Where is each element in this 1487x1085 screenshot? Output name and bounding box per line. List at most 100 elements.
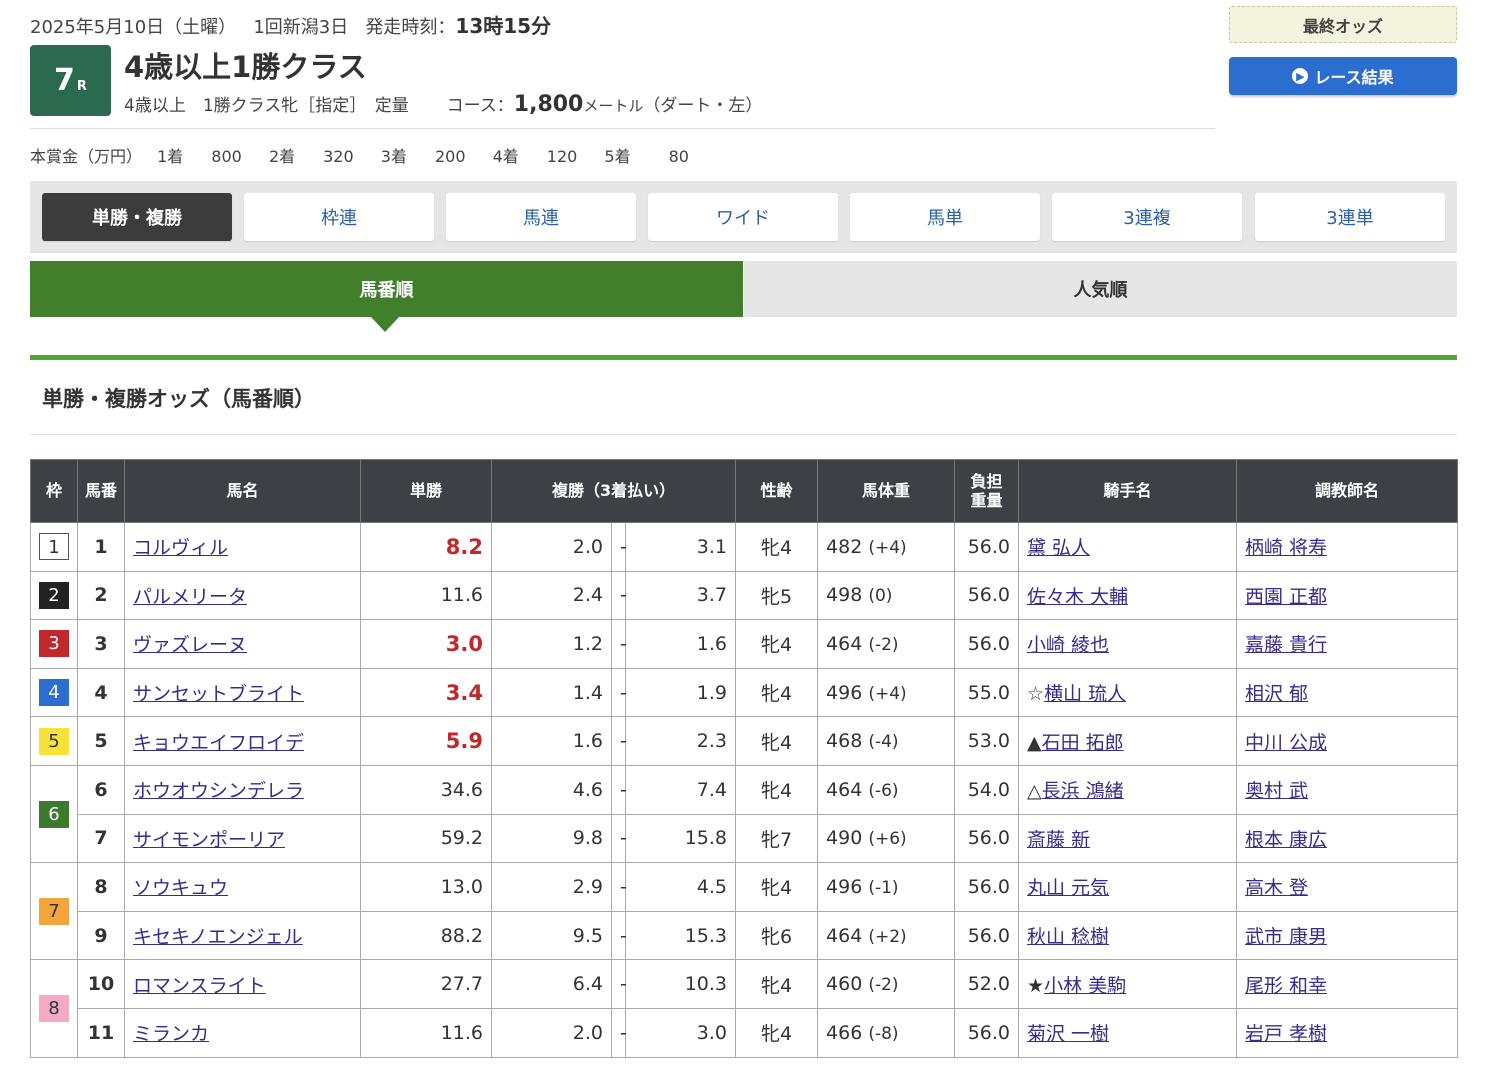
trainer-link[interactable]: 嘉藤 貴行 — [1245, 634, 1327, 656]
place-odds-max: 15.3 — [624, 910, 737, 961]
weight-value: 460 — [826, 973, 863, 996]
jockey-link[interactable]: 佐々木 大輔 — [1027, 586, 1128, 608]
place-separator: - — [611, 910, 627, 961]
sex-age: 牝4 — [735, 1007, 819, 1058]
horse-name-cell: コルヴィル — [124, 522, 361, 572]
trainer-link[interactable]: 柄崎 将寿 — [1245, 537, 1327, 559]
horse-name-link[interactable]: ロマンスライト — [133, 975, 266, 997]
race-condition-text: 4歳以上 1勝クラス牝［指定］ 定量 — [124, 96, 409, 116]
horse-name-cell: サンセットブライト — [124, 667, 361, 718]
jockey-cell: 小崎 綾也 — [1018, 619, 1238, 669]
chevron-right-icon: ▶ — [1292, 68, 1309, 84]
tab-bracket-quinella[interactable]: 枠連 — [244, 193, 434, 241]
place-odds-max: 1.6 — [624, 619, 737, 669]
tab-win-place[interactable]: 単勝・複勝 — [42, 193, 232, 241]
horse-weight: 466 (-8) — [817, 1007, 956, 1058]
race-result-button[interactable]: ▶ レース結果 — [1229, 57, 1457, 95]
trainer-link[interactable]: 奥村 武 — [1245, 780, 1308, 802]
trainer-link[interactable]: 中川 公成 — [1245, 732, 1327, 754]
place-separator: - — [611, 667, 627, 718]
umaban-cell: 3 — [77, 619, 125, 669]
sort-by-popularity-tab[interactable]: 人気順 — [744, 261, 1457, 317]
horse-weight: 496 (+4) — [817, 667, 956, 718]
weight-diff: (-8) — [868, 1023, 899, 1044]
trainer-cell: 相沢 郁 — [1236, 667, 1459, 718]
trainer-cell: 嘉藤 貴行 — [1236, 619, 1459, 669]
start-time: 13時15分 — [455, 14, 552, 38]
place-odds-min: 4.6 — [491, 764, 612, 815]
trainer-cell: 尾形 和幸 — [1236, 959, 1459, 1009]
sex-age: 牝4 — [735, 667, 819, 718]
horse-name-cell: パルメリータ — [124, 570, 361, 621]
jockey-link[interactable]: 横山 琉人 — [1044, 683, 1126, 705]
place-separator: - — [611, 570, 627, 621]
tab-quinella[interactable]: 馬連 — [446, 193, 636, 241]
win-odds: 11.6 — [360, 570, 492, 621]
trainer-link[interactable]: 岩戸 孝樹 — [1245, 1023, 1327, 1045]
jockey-link[interactable]: 秋山 稔樹 — [1027, 926, 1109, 948]
place-odds-max: 7.4 — [624, 764, 737, 815]
tab-trio[interactable]: 3連複 — [1052, 193, 1242, 241]
horse-name-link[interactable]: キョウエイフロイデ — [133, 732, 304, 754]
jockey-link[interactable]: 小崎 綾也 — [1027, 634, 1109, 656]
horse-name-link[interactable]: キセキノエンジェル — [133, 926, 303, 948]
horse-name-link[interactable]: ソウキュウ — [133, 877, 228, 899]
jockey-link[interactable]: 丸山 元気 — [1027, 877, 1109, 899]
jockey-cell: 菊沢 一樹 — [1018, 1007, 1238, 1058]
umaban-cell: 11 — [77, 1007, 125, 1058]
table-row: 1 1 コルヴィル 8.2 2.0 - 3.1 牝4 482 (+4) 56.0… — [30, 522, 1459, 572]
table-row: 5 5 キョウエイフロイデ 5.9 1.6 - 2.3 牝4 468 (-4) … — [30, 716, 1459, 766]
trainer-cell: 根本 康広 — [1236, 813, 1459, 864]
prize-amount: 200 — [434, 147, 466, 166]
trainer-link[interactable]: 根本 康広 — [1245, 829, 1327, 851]
place-odds-max: 3.0 — [624, 1007, 737, 1058]
trainer-cell: 中川 公成 — [1236, 716, 1459, 766]
weight-value: 464 — [826, 924, 863, 947]
jockey-link[interactable]: 長浜 鴻緒 — [1042, 780, 1124, 802]
jockey-link[interactable]: 菊沢 一樹 — [1027, 1023, 1109, 1045]
trainer-link[interactable]: 武市 康男 — [1245, 926, 1327, 948]
tab-wide[interactable]: ワイド — [648, 193, 838, 241]
horse-weight: 490 (+6) — [817, 813, 956, 864]
trainer-link[interactable]: 西園 正都 — [1245, 586, 1327, 608]
place-odds-max: 15.8 — [624, 813, 737, 864]
win-odds: 8.2 — [360, 522, 492, 572]
race-conditions: 4歳以上 1勝クラス牝［指定］ 定量 コース：1,800メートル（ダート・左） — [124, 91, 762, 117]
final-odds-button[interactable]: 最終オッズ — [1229, 6, 1457, 43]
place-odds-max: 10.3 — [624, 959, 737, 1009]
horse-name-link[interactable]: ホウオウシンデレラ — [133, 780, 304, 802]
waku-cell: 3 — [30, 619, 78, 669]
jockey-cell: 秋山 稔樹 — [1018, 910, 1238, 961]
place-odds-min: 2.0 — [491, 1007, 612, 1058]
jockey-link[interactable]: 斎藤 新 — [1027, 829, 1090, 851]
waku-cell: 8 — [30, 959, 78, 1058]
trainer-link[interactable]: 尾形 和幸 — [1245, 975, 1327, 997]
jockey-link[interactable]: 石田 拓郎 — [1042, 732, 1124, 754]
jockey-link[interactable]: 小林 美駒 — [1044, 975, 1126, 997]
horse-name-link[interactable]: サイモンポーリア — [133, 829, 285, 851]
sex-age: 牝4 — [735, 716, 819, 766]
weight-value: 468 — [826, 730, 863, 753]
horse-name-link[interactable]: パルメリータ — [133, 586, 247, 608]
horse-name-link[interactable]: ミランカ — [133, 1023, 209, 1045]
horse-name-link[interactable]: コルヴィル — [133, 537, 228, 559]
tab-trifecta[interactable]: 3連単 — [1255, 193, 1445, 241]
table-row: 6 6 ホウオウシンデレラ 34.6 4.6 - 7.4 牝4 464 (-6)… — [30, 764, 1459, 864]
sort-by-number-tab[interactable]: 馬番順 — [30, 261, 743, 317]
weight-value: 466 — [826, 1021, 863, 1044]
trainer-link[interactable]: 高木 登 — [1245, 877, 1308, 899]
tab-exacta[interactable]: 馬単 — [850, 193, 1040, 241]
odds-table: 枠 馬番 馬名 単勝 複勝（3着払い） 性齢 馬体重 負担 重量 騎手名 調教師名… — [30, 459, 1459, 1058]
horse-weight: 464 (-2) — [817, 619, 956, 669]
trainer-link[interactable]: 相沢 郁 — [1245, 683, 1308, 705]
jockey-cell: 佐々木 大輔 — [1018, 570, 1238, 621]
jockey-link[interactable]: 黛 弘人 — [1027, 537, 1090, 559]
horse-name-link[interactable]: ヴァズレーヌ — [133, 634, 247, 656]
weight-diff: (-6) — [868, 780, 899, 801]
prize-place: 4着 — [492, 147, 519, 166]
waku-badge: 8 — [39, 994, 69, 1022]
horse-name-link[interactable]: サンセットブライト — [133, 683, 304, 705]
umaban-cell: 5 — [77, 716, 125, 766]
horse-name-cell: サイモンポーリア — [124, 813, 361, 864]
place-separator: - — [611, 619, 627, 669]
